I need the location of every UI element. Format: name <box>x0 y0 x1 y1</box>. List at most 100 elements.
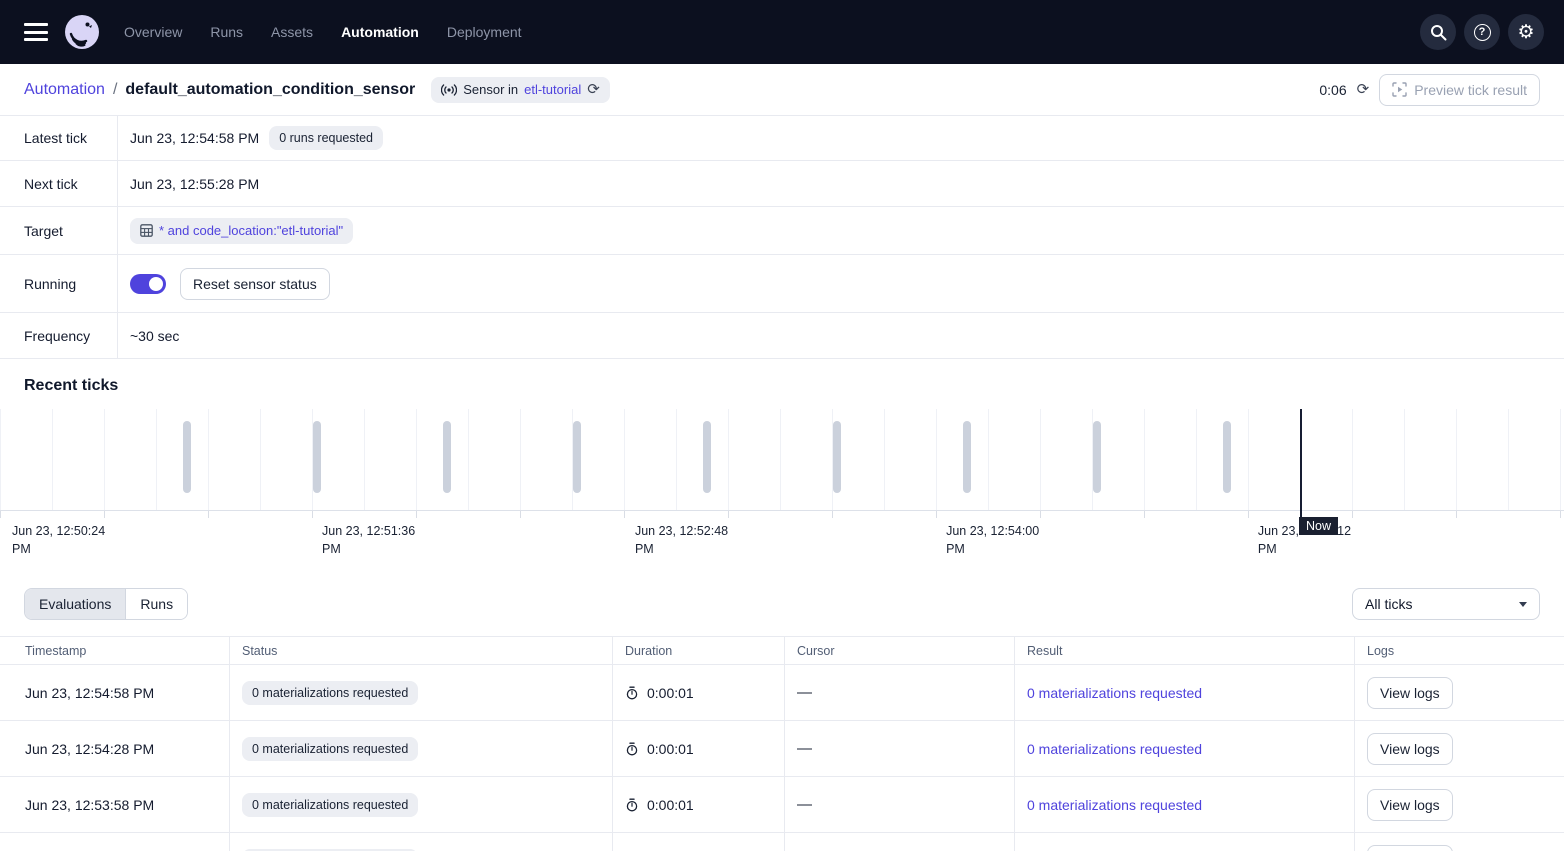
sensor-name: default_automation_condition_sensor <box>125 81 415 99</box>
ticks-toolbar: Evaluations Runs All ticks <box>0 570 1564 636</box>
tab-runs[interactable]: Runs <box>125 589 187 619</box>
reload-location-icon[interactable]: ⟳ <box>587 82 600 97</box>
tick-bar[interactable] <box>183 421 191 493</box>
stopwatch-icon <box>625 798 639 812</box>
tick-duration: 0:00:01 <box>647 741 694 757</box>
tick-duration: 0:00:01 <box>647 685 694 701</box>
running-toggle[interactable] <box>130 274 166 294</box>
tick-status-badge: 0 materializations requested <box>242 737 418 761</box>
help-button[interactable]: ? <box>1464 14 1500 50</box>
search-icon <box>1430 24 1447 41</box>
frequency-value: ~30 sec <box>130 328 179 344</box>
col-status: Status <box>230 637 613 664</box>
asset-table-icon <box>140 224 153 237</box>
sensor-badge-prefix: Sensor in <box>463 82 518 97</box>
tick-cursor: — <box>797 796 812 813</box>
nav-item-assets[interactable]: Assets <box>271 24 313 40</box>
next-tick-value: Jun 23, 12:55:28 PM <box>130 176 259 192</box>
help-icon: ? <box>1474 24 1491 41</box>
preview-button-label: Preview tick result <box>1414 82 1527 98</box>
tick-timestamp: Jun 23, 12:53:58 PM <box>25 797 154 813</box>
timeline-axis-label: Jun 23, 12:50:24PM <box>12 522 105 558</box>
timeline-axis-label: Jun 23, 12:52:48PM <box>635 522 728 558</box>
frequency-row: Frequency ~30 sec <box>0 313 1564 359</box>
tick-bar[interactable] <box>833 421 841 493</box>
tick-cursor: — <box>797 684 812 701</box>
breadcrumb-actions: 0:06 ⟳ Preview tick result <box>1319 74 1540 106</box>
timeline-axis-label: Jun 23, 12:51:36PM <box>322 522 415 558</box>
nav-links: Overview Runs Assets Automation Deployme… <box>124 24 522 40</box>
breadcrumb-separator: / <box>113 81 117 99</box>
reset-sensor-status-button[interactable]: Reset sensor status <box>180 268 330 300</box>
view-logs-button[interactable]: View logs <box>1367 677 1453 709</box>
tick-bar[interactable] <box>703 421 711 493</box>
ticks-table-body: Jun 23, 12:54:58 PM 0 materializations r… <box>0 665 1564 851</box>
tick-table-row: Jun 23, 12:53:28 PM 0 materializations r… <box>0 833 1564 851</box>
tick-result-link[interactable]: 0 materializations requested <box>1027 741 1202 757</box>
tick-table-row: Jun 23, 12:54:58 PM 0 materializations r… <box>0 665 1564 721</box>
tick-table-row: Jun 23, 12:54:28 PM 0 materializations r… <box>0 721 1564 777</box>
next-tick-row: Next tick Jun 23, 12:55:28 PM <box>0 161 1564 207</box>
asset-selection-tag[interactable]: * and code_location:"etl-tutorial" <box>130 218 353 244</box>
target-label: Target <box>0 207 118 254</box>
tick-status-badge: 0 materializations requested <box>242 793 418 817</box>
now-marker-line <box>1300 409 1302 523</box>
running-label: Running <box>0 255 118 312</box>
tick-filter-value: All ticks <box>1365 596 1412 612</box>
tick-bar[interactable] <box>443 421 451 493</box>
stopwatch-icon <box>625 742 639 756</box>
tick-duration: 0:00:01 <box>647 797 694 813</box>
breadcrumb-automation-link[interactable]: Automation <box>24 81 105 99</box>
tick-bar[interactable] <box>1223 421 1231 493</box>
latest-tick-status-badge: 0 runs requested <box>269 126 383 150</box>
refresh-icon[interactable]: ⟳ <box>1357 82 1370 97</box>
nav-item-deployment[interactable]: Deployment <box>447 24 522 40</box>
timeline-axis-label: Jun 23, 12:54:00PM <box>946 522 1039 558</box>
view-logs-button[interactable]: View logs <box>1367 733 1453 765</box>
tick-bar[interactable] <box>313 421 321 493</box>
frequency-label: Frequency <box>0 313 118 358</box>
tick-bar[interactable] <box>963 421 971 493</box>
sensor-location-badge: Sensor in etl-tutorial ⟳ <box>431 77 610 103</box>
col-timestamp: Timestamp <box>0 637 230 664</box>
hamburger-menu-icon[interactable] <box>24 23 48 41</box>
settings-gear-icon: ⚙ <box>1517 23 1534 42</box>
asset-selection-text: * and code_location:"etl-tutorial" <box>159 223 343 238</box>
tick-timestamp: Jun 23, 12:54:28 PM <box>25 741 154 757</box>
latest-tick-label: Latest tick <box>0 116 118 160</box>
nav-item-automation[interactable]: Automation <box>341 24 419 40</box>
running-row: Running Reset sensor status <box>0 255 1564 313</box>
tick-cursor: — <box>797 740 812 757</box>
timeline-chart[interactable] <box>0 409 1564 511</box>
view-logs-button[interactable]: View logs <box>1367 789 1453 821</box>
breadcrumb-row: Automation / default_automation_conditio… <box>0 64 1564 116</box>
view-logs-button[interactable]: View logs <box>1367 845 1453 851</box>
chevron-down-icon <box>1519 602 1527 607</box>
nav-actions: ? ⚙ <box>1420 14 1544 50</box>
tick-bar[interactable] <box>573 421 581 493</box>
tick-result-link[interactable]: 0 materializations requested <box>1027 685 1202 701</box>
next-tick-label: Next tick <box>0 161 118 206</box>
ticks-timeline[interactable]: Jun 23, 12:50:24PM Jun 23, 12:51:36PM Jun … <box>0 409 1564 570</box>
dagster-logo-icon[interactable] <box>64 14 100 50</box>
tick-filter-select[interactable]: All ticks <box>1352 588 1540 620</box>
sensor-icon <box>441 84 457 96</box>
code-location-link[interactable]: etl-tutorial <box>524 82 581 97</box>
nav-item-overview[interactable]: Overview <box>124 24 182 40</box>
preview-tick-result-button[interactable]: Preview tick result <box>1379 74 1540 106</box>
search-button[interactable] <box>1420 14 1456 50</box>
preview-icon <box>1392 82 1407 97</box>
col-result: Result <box>1015 637 1355 664</box>
settings-button[interactable]: ⚙ <box>1508 14 1544 50</box>
target-row: Target * and code_location:"etl-tutorial… <box>0 207 1564 255</box>
tick-table-row: Jun 23, 12:53:58 PM 0 materializations r… <box>0 777 1564 833</box>
nav-item-runs[interactable]: Runs <box>210 24 243 40</box>
tick-bar[interactable] <box>1093 421 1101 493</box>
recent-ticks-section: Recent ticks Jun 23, 12:50:24PMJun 23, 1… <box>0 359 1564 570</box>
latest-tick-value: Jun 23, 12:54:58 PM <box>130 130 259 146</box>
tick-status-badge: 0 materializations requested <box>242 681 418 705</box>
tick-timestamp: Jun 23, 12:54:58 PM <box>25 685 154 701</box>
latest-tick-row: Latest tick Jun 23, 12:54:58 PM 0 runs r… <box>0 116 1564 161</box>
tick-result-link[interactable]: 0 materializations requested <box>1027 797 1202 813</box>
tab-evaluations[interactable]: Evaluations <box>25 589 125 619</box>
